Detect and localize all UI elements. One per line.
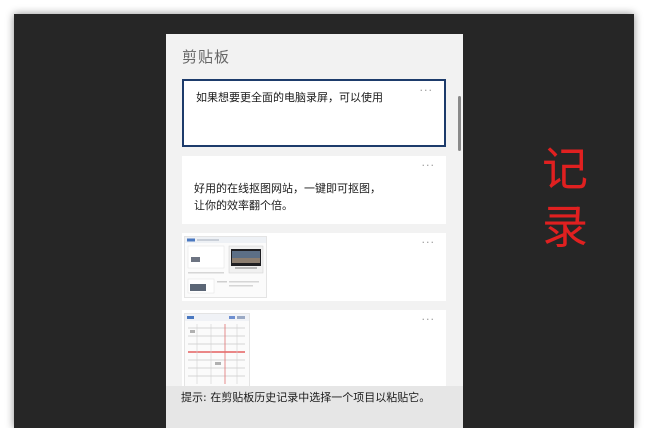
panel-title: 剪贴板 — [182, 48, 231, 66]
document-thumbnail-image — [185, 314, 249, 384]
more-options-icon[interactable]: ··· — [420, 84, 434, 97]
hint-text: 提示: 在剪贴板历史记录中选择一个项目以粘贴它。 — [181, 391, 431, 404]
clipboard-item-4[interactable]: ··· — [182, 310, 446, 387]
clipboard-panel: 剪贴板 ··· 如果想要更全面的电脑录屏，可以使用 ··· 好用的在线抠图网站，… — [166, 34, 463, 428]
clipboard-item-1[interactable]: ··· 如果想要更全面的电脑录屏，可以使用 — [182, 79, 446, 147]
more-options-icon[interactable]: ··· — [422, 313, 436, 326]
screenshot-thumbnail — [184, 236, 267, 298]
annotation-label: 记录 — [542, 142, 588, 254]
clipboard-item-text: 好用的在线抠图网站，一键即可抠图， 让你的效率翻个倍。 — [194, 182, 381, 212]
document-thumbnail — [184, 313, 250, 387]
scrollbar-thumb[interactable] — [458, 96, 461, 151]
clipboard-item-3[interactable]: ··· — [182, 233, 446, 301]
clipboard-item-text: 如果想要更全面的电脑录屏，可以使用 — [196, 91, 383, 104]
more-options-icon[interactable]: ··· — [422, 159, 436, 172]
screenshot-thumbnail-image — [185, 237, 266, 294]
more-options-icon[interactable]: ··· — [422, 236, 436, 249]
hint-bar: 提示: 在剪贴板历史记录中选择一个项目以粘贴它。 — [166, 386, 463, 428]
clipboard-item-2[interactable]: ··· 好用的在线抠图网站，一键即可抠图， 让你的效率翻个倍。 — [182, 156, 446, 224]
